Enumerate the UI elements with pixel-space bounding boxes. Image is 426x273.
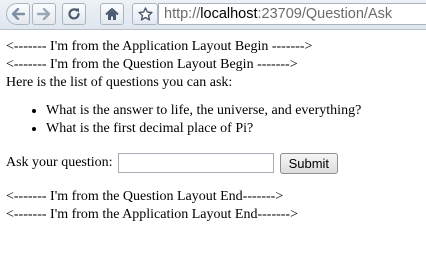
submit-button[interactable]: Submit [279, 152, 339, 174]
list-item: What is the answer to life, the universe… [46, 102, 424, 120]
home-button[interactable] [100, 3, 124, 25]
ask-question-label: Ask your question: [6, 155, 113, 170]
reload-icon [67, 7, 81, 21]
url-path: :23709/Question/Ask [257, 6, 393, 22]
forward-arrow-icon [37, 8, 51, 20]
address-bar[interactable]: http://localhost:23709/Question/Ask [158, 3, 426, 25]
home-icon [105, 7, 119, 21]
question-list: What is the answer to life, the universe… [6, 102, 424, 138]
list-item: What is the first decimal place of Pi? [46, 120, 424, 138]
back-button[interactable] [6, 3, 30, 25]
app-layout-begin-text: <------- I'm from the Application Layout… [6, 39, 313, 54]
question-input[interactable] [117, 153, 274, 173]
star-icon [137, 7, 153, 21]
back-arrow-icon [11, 8, 25, 20]
forward-button[interactable] [32, 3, 56, 25]
reload-button[interactable] [62, 3, 86, 25]
browser-toolbar: http://localhost:23709/Question/Ask [0, 0, 426, 30]
url-host: localhost [200, 6, 258, 22]
ask-question-form: Ask your question: Submit [6, 152, 424, 174]
bookmark-button[interactable] [132, 3, 158, 25]
page-content: <------- I'm from the Application Layout… [6, 38, 424, 224]
app-layout-end-text: <------- I'm from the Application Layout… [6, 207, 298, 222]
question-layout-begin-text: <------- I'm from the Question Layout Be… [6, 57, 298, 72]
layout-end-block: <------- I'm from the Question Layout En… [6, 188, 424, 224]
url-scheme: http:// [164, 6, 201, 22]
questions-intro-text: Here is the list of questions you can as… [6, 75, 233, 90]
question-layout-end-text: <------- I'm from the Question Layout En… [6, 189, 284, 204]
